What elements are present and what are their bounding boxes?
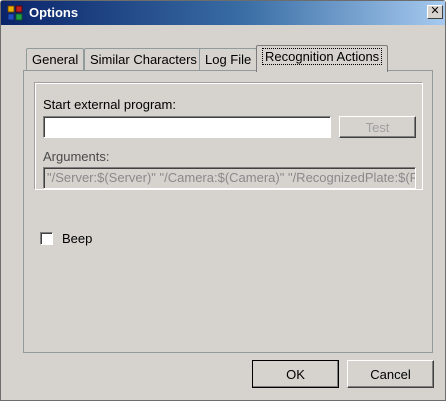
tab-log-file-label: Log File	[205, 52, 252, 67]
window-title: Options	[29, 5, 79, 20]
arguments-label: Arguments:	[43, 149, 110, 164]
program-path-input[interactable]	[43, 116, 331, 138]
cancel-button[interactable]: Cancel	[347, 360, 434, 388]
test-button[interactable]: Test	[339, 116, 416, 138]
beep-checkbox[interactable]	[40, 232, 53, 245]
beep-label[interactable]: Beep	[62, 231, 92, 246]
title-bar[interactable]: Options ✕	[1, 1, 445, 25]
close-icon: ✕	[430, 5, 440, 17]
app-settings-icon	[7, 5, 23, 21]
start-program-label: Start external program:	[43, 97, 176, 112]
arguments-field[interactable]: "/Server:$(Server)" "/Camera:$(Camera)" …	[43, 167, 416, 189]
tab-similar-characters-label: Similar Characters	[90, 52, 197, 67]
options-dialog: Options ✕ General Similar Characters Log…	[0, 0, 446, 401]
tab-recognition-actions-label: Recognition Actions	[262, 48, 383, 65]
tab-general-label: General	[32, 52, 79, 67]
tab-similar-characters[interactable]: Similar Characters	[84, 48, 203, 70]
recognition-actions-panel: Start external program: Test Arguments: …	[23, 70, 433, 353]
tab-general[interactable]: General	[26, 48, 85, 70]
tab-recognition-actions[interactable]: Recognition Actions	[256, 45, 389, 72]
ok-button[interactable]: OK	[252, 360, 339, 388]
tab-log-file[interactable]: Log File	[199, 48, 258, 70]
close-button[interactable]: ✕	[427, 5, 443, 19]
external-program-group: Start external program: Test Arguments: …	[34, 82, 423, 190]
